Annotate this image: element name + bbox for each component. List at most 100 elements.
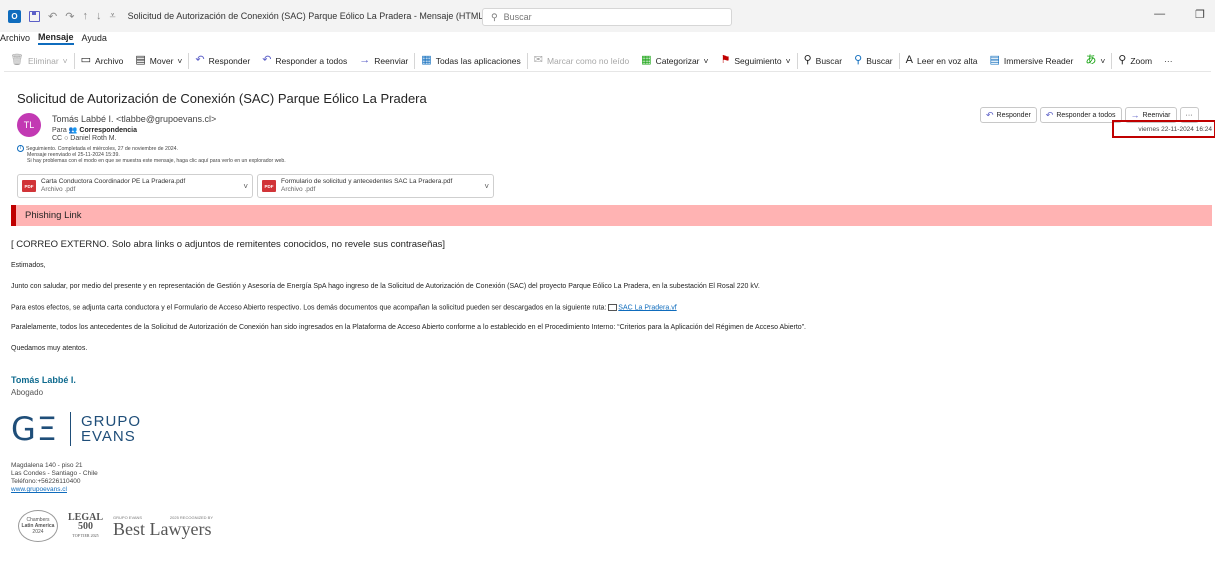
immersive-reader-button[interactable]: ▤ Immersive Reader xyxy=(983,51,1079,71)
reply-all-button[interactable]: ↶ Responder a todos xyxy=(1039,107,1122,123)
reply-all-button[interactable]: ↶ Responder a todos xyxy=(256,51,353,71)
categorize-button[interactable]: ▦ Categorizar ˅ xyxy=(635,51,714,71)
arrow-down-icon[interactable]: ↓ xyxy=(96,10,102,22)
arrow-up-icon[interactable]: ↑ xyxy=(82,10,88,22)
info-browser: Si hay problemas con el modo en que se m… xyxy=(27,158,286,164)
reply-all-icon: ↶ xyxy=(1045,109,1054,120)
search-input[interactable]: ⚲ Buscar xyxy=(482,8,732,26)
cc-label: CC xyxy=(52,135,63,142)
forward-icon: → xyxy=(1130,110,1140,120)
move-button[interactable]: ▤ Mover ˅ xyxy=(129,51,188,71)
flag-icon: ⚑ xyxy=(720,54,731,66)
address-line-1: Magdalena 140 - piso 21 xyxy=(11,462,83,469)
chevron-down-icon: ˅ xyxy=(62,55,68,66)
window-title: Solicitud de Autorización de Conexión (S… xyxy=(127,11,487,21)
info-bar[interactable]: i Seguimiento. Completada el miércoles, 2… xyxy=(17,145,286,164)
sender-address[interactable]: Tomás Labbé I. <tlabbe@grupoevans.cl> xyxy=(52,114,216,124)
undo-icon[interactable]: ↶ xyxy=(48,10,57,23)
menu-archivo[interactable]: Archivo xyxy=(0,32,30,44)
logo-line-1: GRUPO xyxy=(81,413,142,430)
attachment-type: Archivo .pdf xyxy=(41,186,76,193)
envelope-icon: ✉ xyxy=(533,54,543,66)
reply-all-label: Responder a todos xyxy=(275,55,348,66)
reply-label: Responder xyxy=(996,111,1031,119)
translate-button[interactable]: あ ˅ xyxy=(1079,51,1111,71)
attachment-2[interactable]: PDF Formulario de solicitud y antecedent… xyxy=(257,174,494,198)
forward-label: Reenviar xyxy=(374,55,409,66)
reply-icon: ↶ xyxy=(986,109,994,120)
signature-role: Abogado xyxy=(11,388,44,397)
archive-button[interactable]: ▭ Archivo xyxy=(75,51,130,71)
paragraph-2: Para estos efectos, se adjunta carta con… xyxy=(11,304,677,311)
signature-address: Magdalena 140 - piso 21 Las Condes - San… xyxy=(11,462,98,494)
read-aloud-button[interactable]: A Leer en voz alta xyxy=(900,51,984,71)
outlook-app-icon: O xyxy=(8,9,21,23)
mark-unread-button[interactable]: ✉ Marcar como no leído xyxy=(528,51,635,71)
redo-icon[interactable]: ↷ xyxy=(65,10,74,23)
search-label: Buscar xyxy=(815,55,843,66)
immersive-reader-icon: ▤ xyxy=(989,54,1000,66)
info-followup: Seguimiento. Completada el miércoles, 27… xyxy=(26,145,178,152)
chevron-down-icon[interactable]: ˅ xyxy=(243,182,248,191)
signature-name: Tomás Labbé I. xyxy=(11,375,76,385)
forward-label: Reenviar xyxy=(1142,111,1171,119)
customize-toolbar-icon[interactable]: ⩡ xyxy=(109,10,115,23)
minimize-icon[interactable]: — xyxy=(1154,8,1165,21)
website-link[interactable]: www.grupoevans.cl xyxy=(11,486,98,494)
menu-mensaje[interactable]: Mensaje xyxy=(38,31,74,45)
chambers-award-logo: Chambers Latin America 2024 xyxy=(18,510,58,542)
move-label: Mover xyxy=(149,55,174,66)
zoom-icon: ⚲ xyxy=(1118,54,1127,66)
chevron-down-icon: ˅ xyxy=(1100,55,1106,66)
pdf-icon: PDF xyxy=(262,180,276,192)
cc-recipient[interactable]: Daniel Roth M. xyxy=(70,135,116,142)
phishing-banner-accent xyxy=(11,205,16,226)
reply-button[interactable]: ↶ Responder xyxy=(980,107,1037,123)
reply-button[interactable]: ↶ Responder xyxy=(189,51,256,71)
sender-avatar[interactable]: TL xyxy=(17,113,41,137)
forward-button[interactable]: → Reenviar xyxy=(353,51,414,71)
paragraph-2-text: Para estos efectos, se adjunta carta con… xyxy=(11,304,609,312)
reply-label: Responder xyxy=(208,55,251,66)
cc-line: CC ○ Daniel Roth M. xyxy=(52,135,117,142)
forward-icon: → xyxy=(359,54,371,66)
sharepoint-link[interactable]: SAC La Pradera.vf xyxy=(618,304,676,311)
search-button[interactable]: ⚲ Buscar xyxy=(848,51,899,71)
zoom-label: Zoom xyxy=(1130,55,1153,66)
to-recipient[interactable]: Correspondencia xyxy=(79,127,137,134)
greeting: Estimados, xyxy=(11,262,46,269)
info-icon: i xyxy=(17,145,24,152)
reply-icon: ↶ xyxy=(195,54,205,66)
zoom-button[interactable]: ⚲ Zoom xyxy=(1112,51,1158,71)
search-placeholder: Buscar xyxy=(503,12,532,22)
menu-ayuda[interactable]: Ayuda xyxy=(82,32,107,44)
read-aloud-label: Leer en voz alta xyxy=(917,55,978,66)
folder-icon xyxy=(608,304,618,311)
chevron-down-icon[interactable]: ˅ xyxy=(484,182,489,191)
ribbon: 🗑 Eliminar ˅ ▭ Archivo ▤ Mover ˅ ↶ Responder ↶… xyxy=(4,50,1211,72)
presence-icon: ○ xyxy=(64,135,69,142)
paragraph-1: Junto con saludar, por medio del present… xyxy=(11,283,760,290)
group-icon: 👥 xyxy=(68,127,78,134)
search-people-button[interactable]: ⚲ Buscar xyxy=(798,51,849,71)
mark-unread-label: Marcar como no leído xyxy=(546,55,630,66)
reply-all-icon: ↶ xyxy=(262,54,272,66)
categorize-label: Categorizar xyxy=(655,55,700,66)
chevron-down-icon: ˅ xyxy=(703,55,709,66)
phone: Teléfono:+56226110400 xyxy=(11,478,81,485)
delete-button[interactable]: 🗑 Eliminar ˅ xyxy=(4,51,74,71)
logo-line-2: EVANS xyxy=(81,428,136,445)
phishing-banner-text: Phishing Link xyxy=(25,210,82,221)
restore-icon[interactable]: ❐ xyxy=(1195,8,1205,21)
to-label: Para xyxy=(52,127,67,134)
all-apps-button[interactable]: ▦ Todas las aplicaciones xyxy=(415,51,526,71)
grupo-evans-logo: GΞ GRUPO EVANS xyxy=(11,410,141,448)
title-bar: O ↶ ↷ ↑ ↓ ⩡ Solicitud de Autorización de… xyxy=(0,0,1215,32)
more-options-button[interactable]: ··· xyxy=(1158,51,1179,71)
message-subject: Solicitud de Autorización de Conexión (S… xyxy=(17,91,427,106)
attachment-1[interactable]: PDF Carta Conductora Coordinador PE La P… xyxy=(17,174,253,198)
save-icon[interactable] xyxy=(29,10,40,22)
immersive-reader-label: Immersive Reader xyxy=(1003,55,1074,66)
all-apps-label: Todas las aplicaciones xyxy=(435,55,521,66)
follow-up-button[interactable]: ⚑ Seguimiento ˅ xyxy=(714,51,796,71)
